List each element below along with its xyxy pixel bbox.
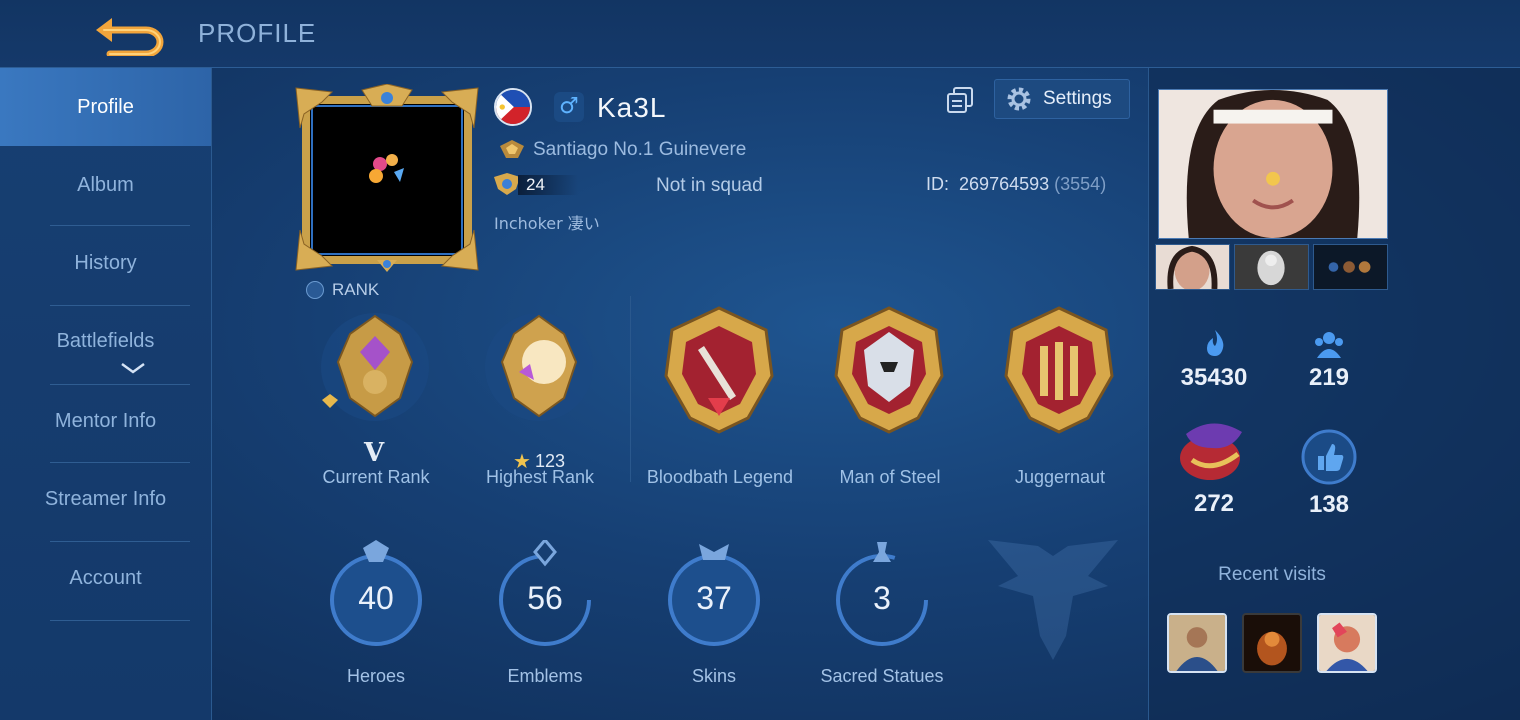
- copy-icon[interactable]: [946, 86, 974, 114]
- sidebar-item-mentor-info[interactable]: Mentor Info: [0, 382, 211, 460]
- heroes-label: Heroes: [346, 666, 406, 686]
- charm-emblem-icon[interactable]: [1172, 414, 1252, 490]
- sidebar-item-streamer-info[interactable]: Streamer Info: [0, 460, 211, 538]
- rank-icon: [306, 281, 324, 299]
- sidebar-item-album[interactable]: Album: [0, 146, 211, 224]
- bloodbath-legend-label: Bloodbath Legend: [646, 467, 794, 487]
- chevron-down-icon[interactable]: [120, 362, 146, 374]
- gear-icon: [1007, 87, 1031, 111]
- male-gender-icon: ♂: [554, 92, 584, 122]
- photo-thumbnail[interactable]: [1234, 244, 1309, 290]
- current-rank-label: Current Rank: [322, 467, 430, 487]
- highest-rank-label: Highest Rank: [485, 467, 595, 487]
- heroes-count: 40: [358, 580, 394, 616]
- skins-count: 37: [696, 580, 732, 616]
- followers-group-icon: [1315, 332, 1343, 358]
- settings-label: Settings: [1043, 88, 1112, 109]
- recent-visits-label: Recent visits: [1218, 564, 1326, 585]
- like-thumbs-up-icon[interactable]: [1300, 428, 1358, 486]
- player-title: Santiago No.1 Guinevere: [533, 139, 747, 160]
- back-arrow-icon[interactable]: [90, 10, 170, 56]
- popularity-flame-icon: [1207, 330, 1224, 356]
- followers-value: 219: [1308, 364, 1350, 391]
- title-badge-icon: [500, 140, 524, 158]
- popularity-value: 35430: [1180, 364, 1248, 391]
- recent-visitor-avatar[interactable]: [1317, 613, 1377, 673]
- current-rank-tier: V: [364, 438, 385, 468]
- id-label: ID:: [926, 174, 950, 194]
- sacred-statues-label: Sacred Statues: [820, 666, 944, 686]
- server-id: (3554): [1054, 174, 1107, 194]
- recent-visitor-avatar[interactable]: [1242, 613, 1302, 673]
- man-of-steel-medal-icon[interactable]: [814, 306, 964, 436]
- recent-visitor-avatar[interactable]: [1167, 613, 1227, 673]
- sidebar-divider: [50, 620, 190, 621]
- skins-label: Skins: [691, 666, 736, 686]
- sidebar-item-battlefields[interactable]: Battlefields: [0, 304, 211, 380]
- philippines-flag-icon: [494, 88, 532, 126]
- rank-text: RANK: [332, 280, 380, 299]
- highest-rank-emblem-icon[interactable]: [464, 312, 614, 422]
- sidebar-item-history[interactable]: History: [0, 224, 211, 302]
- photo-thumbnail[interactable]: [1313, 244, 1388, 290]
- likes-value: 138: [1308, 491, 1350, 518]
- juggernaut-medal-icon[interactable]: [984, 306, 1134, 436]
- sacred-statues-count: 3: [873, 580, 891, 616]
- photo-thumbnail[interactable]: [1155, 244, 1230, 290]
- rank-label[interactable]: RANK: [306, 280, 379, 300]
- id-value: 269764593: [959, 174, 1050, 194]
- winged-emblem-watermark-icon: [988, 540, 1118, 660]
- man-of-steel-label: Man of Steel: [839, 467, 941, 487]
- juggernaut-label: Juggernaut: [1014, 467, 1106, 487]
- player-name: Ka3L: [597, 92, 667, 123]
- player-motto: Inchoker 凄い: [494, 214, 600, 233]
- sidebar-item-profile[interactable]: Profile: [0, 68, 211, 146]
- bloodbath-legend-medal-icon[interactable]: [644, 306, 794, 436]
- avatar-frame[interactable]: [292, 84, 482, 274]
- badge-divider: [630, 296, 631, 482]
- emblems-label: Emblems: [507, 666, 583, 686]
- current-rank-emblem-icon[interactable]: [300, 312, 450, 422]
- settings-button[interactable]: Settings: [994, 79, 1130, 119]
- emblems-count: 56: [527, 580, 563, 616]
- player-level: 24: [518, 175, 578, 195]
- profile-photo[interactable]: [1158, 89, 1388, 239]
- page-title: PROFILE: [198, 18, 317, 48]
- squad-status: Not in squad: [656, 175, 763, 196]
- sidebar-item-account[interactable]: Account: [0, 539, 211, 617]
- charm-value: 272: [1193, 490, 1235, 517]
- player-id: ID: 269764593 (3554): [926, 174, 1106, 195]
